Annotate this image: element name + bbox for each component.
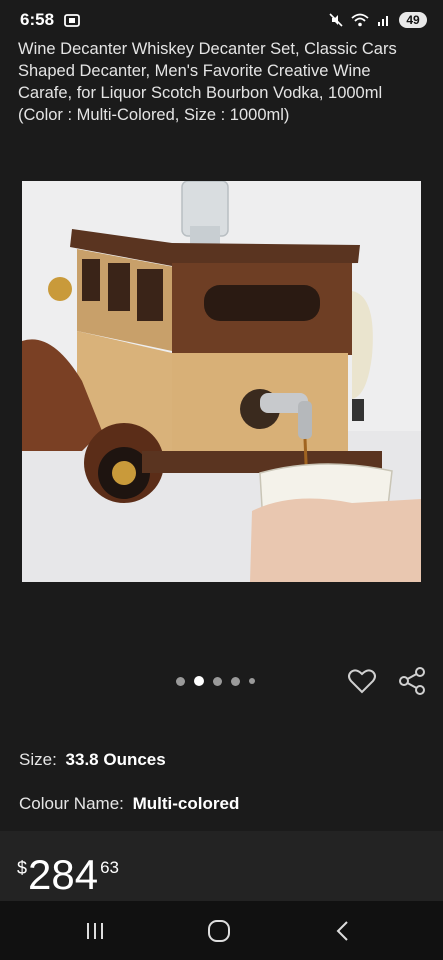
wifi-icon xyxy=(351,13,369,27)
size-label: Size: xyxy=(19,750,57,769)
price-currency: $ xyxy=(17,858,28,878)
size-value: 33.8 Ounces xyxy=(65,750,166,769)
image-carousel-dots[interactable] xyxy=(176,676,255,686)
heart-icon[interactable] xyxy=(347,666,377,696)
home-icon[interactable] xyxy=(206,918,232,944)
system-nav-bar xyxy=(0,901,443,960)
share-icon[interactable] xyxy=(397,666,427,696)
back-icon[interactable] xyxy=(330,918,356,944)
mute-icon xyxy=(329,13,343,27)
decanter-car-illustration xyxy=(22,181,421,582)
product-image[interactable] xyxy=(22,181,421,582)
colour-attribute[interactable]: Colour Name: Multi-colored xyxy=(19,794,239,814)
status-bar: 6:58 49 xyxy=(0,0,443,40)
battery-icon: 49 xyxy=(399,12,427,28)
carousel-dot[interactable] xyxy=(249,678,255,684)
carousel-dot[interactable] xyxy=(213,676,222,686)
carousel-dot[interactable] xyxy=(176,676,185,686)
carousel-dot-active[interactable] xyxy=(194,676,204,686)
status-right: 49 xyxy=(329,12,427,28)
product-title: Wine Decanter Whiskey Decanter Set, Clas… xyxy=(18,40,397,124)
price-whole: 284 xyxy=(28,851,99,898)
screenshot-icon xyxy=(64,14,80,27)
colour-value: Multi-colored xyxy=(132,794,240,813)
carousel-dot[interactable] xyxy=(231,676,240,686)
size-attribute[interactable]: Size: 33.8 Ounces xyxy=(19,750,166,770)
status-time: 6:58 xyxy=(20,10,55,29)
price: $ 284 63 xyxy=(17,852,119,898)
status-left: 6:58 xyxy=(20,10,80,30)
colour-label: Colour Name: xyxy=(19,794,124,813)
recent-apps-icon[interactable] xyxy=(82,918,108,944)
signal-icon xyxy=(378,16,388,26)
price-fraction: 63 xyxy=(100,858,120,877)
